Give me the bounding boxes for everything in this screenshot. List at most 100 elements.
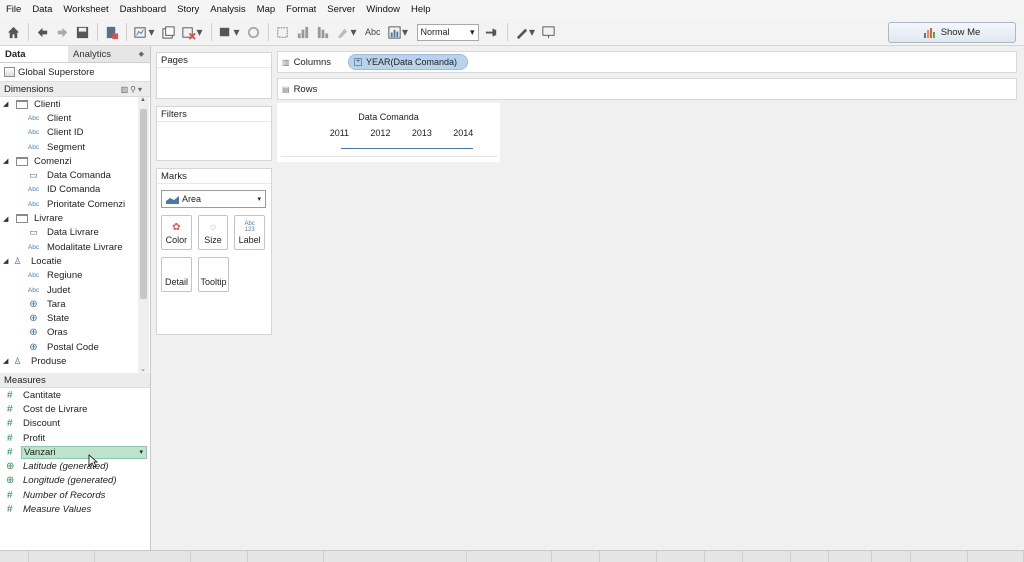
dimension-item[interactable]: ▭ Data Comanda	[0, 168, 150, 182]
year-header[interactable]: 2013	[412, 128, 432, 138]
datasource-item[interactable]: Global Superstore	[0, 63, 150, 82]
collapse-icon[interactable]: ◢	[0, 215, 10, 223]
columns-pill[interactable]: + YEAR(Data Comanda)	[348, 54, 469, 70]
sheet-tab[interactable]	[600, 551, 658, 562]
detail-button[interactable]: Detail	[161, 257, 192, 292]
dimension-item[interactable]: Abc Prioritate Comenzi	[0, 197, 150, 211]
tooltip-button[interactable]: Tooltip	[198, 257, 229, 292]
sheet-tab[interactable]	[911, 551, 968, 562]
collapse-icon[interactable]: ◢	[0, 100, 10, 108]
clear-sheet-icon[interactable]: ▾	[179, 23, 205, 41]
menu-item-story[interactable]: Story	[177, 4, 199, 15]
rows-shelf[interactable]: ▤ Rows	[277, 78, 1017, 100]
presentation-icon[interactable]	[540, 23, 558, 41]
measure-item[interactable]: # Cantitate	[0, 388, 150, 402]
scroll-up-icon[interactable]: ▲	[140, 97, 146, 103]
menu-item-map[interactable]: Map	[257, 4, 275, 15]
collapse-icon[interactable]: ◢	[0, 357, 10, 365]
sheet-tab[interactable]	[872, 551, 911, 562]
dimension-item[interactable]: Abc Segment	[0, 140, 150, 154]
measure-item[interactable]: ⊕ Longitude (generated)	[0, 474, 150, 488]
measure-item[interactable]: # Discount	[0, 417, 150, 431]
menu-item-file[interactable]: File	[6, 4, 21, 15]
fit-select[interactable]: Normal ▾	[416, 23, 479, 41]
color-button[interactable]: ✿ Color	[161, 215, 192, 250]
sheet-tab[interactable]	[705, 551, 744, 562]
dimensions-scrollbar[interactable]: ▲ ⌄	[138, 97, 149, 373]
year-header[interactable]: 2012	[370, 128, 390, 138]
sheet-tab[interactable]	[743, 551, 792, 562]
dimension-item[interactable]: ◢ Clienti	[0, 97, 150, 111]
group-icon[interactable]	[273, 23, 291, 41]
dimension-item[interactable]: Abc ID Comanda	[0, 183, 150, 197]
dimension-item[interactable]: ⊕ State	[0, 311, 150, 325]
redo-icon[interactable]	[53, 23, 71, 41]
highlight-icon[interactable]: ▾	[333, 23, 359, 41]
menu-item-window[interactable]: Window	[366, 4, 400, 15]
dimension-item[interactable]: Abc Regiune	[0, 269, 150, 283]
worksheet-view[interactable]: Data Comanda 2011 2012 2013 2014	[277, 103, 500, 162]
menu-item-worksheet[interactable]: Worksheet	[63, 4, 108, 15]
measure-item[interactable]: # Measure Values	[0, 502, 150, 516]
sheet-tab[interactable]	[657, 551, 706, 562]
sheet-tab[interactable]	[791, 551, 830, 562]
scroll-down-icon[interactable]: ⌄	[140, 365, 146, 373]
dimension-item[interactable]: ⊕ Postal Code	[0, 340, 150, 354]
sheet-tab[interactable]	[467, 551, 553, 562]
year-header[interactable]: 2011	[330, 128, 349, 138]
sheet-tab[interactable]	[191, 551, 248, 562]
sheet-tab[interactable]	[248, 551, 325, 562]
sheet-tab[interactable]	[968, 551, 1024, 562]
dimension-item[interactable]: ⊕ Tara	[0, 297, 150, 311]
sheet-tab[interactable]	[552, 551, 601, 562]
refresh-icon[interactable]	[244, 23, 262, 41]
totals-icon[interactable]: ▾	[385, 23, 411, 41]
sheet-tab[interactable]	[95, 551, 191, 562]
year-header[interactable]: 2014	[453, 128, 473, 138]
measure-item[interactable]: # Number of Records	[0, 488, 150, 502]
tab-data[interactable]: Data	[0, 46, 68, 62]
pane-menu-icon[interactable]: ◆	[139, 50, 144, 58]
dimension-item[interactable]: Abc Judet	[0, 283, 150, 297]
measure-item[interactable]: ⊕ Latitude (generated)	[0, 459, 150, 473]
dimension-item[interactable]: ◢ Livrare	[0, 211, 150, 225]
chevron-down-icon[interactable]: ▾	[139, 448, 143, 456]
filters-card[interactable]: Filters	[156, 106, 272, 161]
size-button[interactable]: ◌ Size	[197, 215, 229, 250]
swap-icon[interactable]: ▾	[216, 23, 242, 41]
dimensions-controls-icon[interactable]: ▥⚲▾	[121, 85, 144, 94]
measure-item[interactable]: # Vanzari ▾	[0, 445, 150, 459]
dimension-item[interactable]: ▭ Data Livrare	[0, 226, 150, 240]
dimension-item[interactable]: Abc Modalitate Livrare	[0, 240, 150, 254]
dimension-item[interactable]: Abc Client	[0, 111, 150, 125]
dimension-item[interactable]: ◢ ♙ Locatie	[0, 254, 150, 268]
show-me-button[interactable]: Show Me	[888, 22, 1016, 43]
sheet-tab[interactable]	[0, 551, 29, 562]
measure-item[interactable]: # Profit	[0, 431, 150, 445]
dimension-item[interactable]: ⊕ Oras	[0, 326, 150, 340]
collapse-icon[interactable]: ◢	[0, 157, 10, 165]
undo-icon[interactable]	[33, 23, 51, 41]
tab-analytics[interactable]: Analytics	[68, 46, 136, 62]
menu-item-help[interactable]: Help	[411, 4, 431, 15]
show-labels-button[interactable]: Abc	[365, 27, 381, 37]
collapse-icon[interactable]: ◢	[0, 257, 10, 265]
measure-item[interactable]: # Cost de Livrare	[0, 402, 150, 416]
menu-item-dashboard[interactable]: Dashboard	[120, 4, 166, 15]
sort-ascending-icon[interactable]	[293, 23, 311, 41]
pen-icon[interactable]: ▾	[512, 23, 538, 41]
mark-type-select[interactable]: Area ▾	[161, 190, 266, 208]
pages-card[interactable]: Pages	[156, 52, 272, 99]
menu-item-analysis[interactable]: Analysis	[210, 4, 245, 15]
expand-icon[interactable]: +	[354, 58, 362, 66]
menu-item-data[interactable]: Data	[32, 4, 52, 15]
scrollbar-thumb[interactable]	[140, 109, 147, 299]
sort-descending-icon[interactable]	[313, 23, 331, 41]
save-icon[interactable]	[73, 23, 91, 41]
label-button[interactable]: Abc 123 Label	[234, 215, 266, 250]
columns-shelf[interactable]: ▥ Columns + YEAR(Data Comanda)	[277, 51, 1017, 73]
home-icon[interactable]	[4, 23, 22, 41]
dimension-item[interactable]: ◢ ♙ Produse	[0, 354, 150, 368]
fix-axes-icon[interactable]	[483, 23, 501, 41]
menu-item-format[interactable]: Format	[286, 4, 316, 15]
